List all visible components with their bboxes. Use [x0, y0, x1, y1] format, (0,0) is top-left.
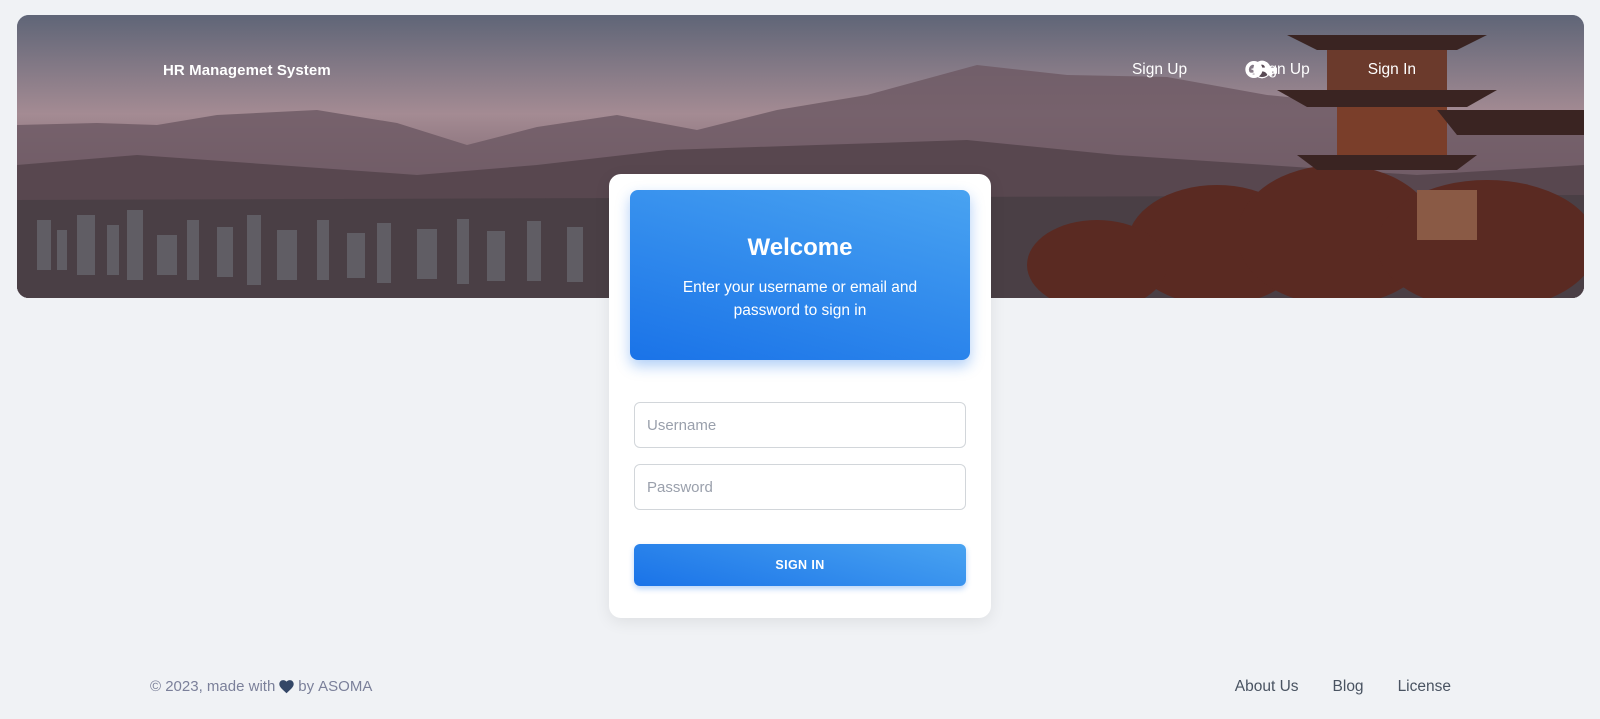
brand-title[interactable]: HR Managemet System — [163, 62, 331, 79]
footer-link-about-us[interactable]: About Us — [1235, 678, 1299, 696]
footer-link-license[interactable]: License — [1398, 678, 1451, 696]
card-header: Welcome Enter your username or email and… — [630, 190, 970, 360]
sign-in-button[interactable]: SIGN IN — [634, 544, 966, 586]
login-card: Welcome Enter your username or email and… — [609, 174, 991, 618]
by-text: by — [298, 678, 315, 695]
card-title: Welcome — [747, 234, 853, 261]
password-input[interactable] — [634, 464, 966, 510]
copyright-text: © 2023, made with — [150, 678, 276, 695]
top-nav: Sign Up Gsign Up Sign In — [1108, 60, 1416, 79]
card-subtitle: Enter your username or email and passwor… — [682, 279, 918, 319]
username-input[interactable] — [634, 402, 966, 448]
footer-links: About Us Blog License — [1235, 678, 1451, 696]
nav-sign-in[interactable]: Sign In — [1245, 60, 1416, 79]
footer-copyright: © 2023, made with by ASOMA — [150, 678, 372, 695]
footer-link-blog[interactable]: Blog — [1333, 678, 1364, 696]
key-icon — [1245, 60, 1363, 79]
author-link[interactable]: ASOMA — [318, 678, 372, 695]
heart-icon — [279, 679, 294, 694]
